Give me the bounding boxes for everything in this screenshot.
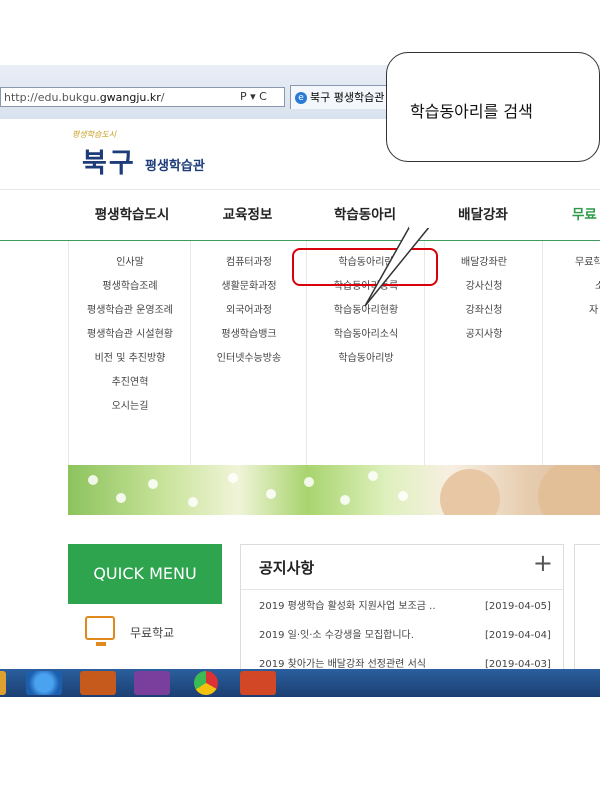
menu-item[interactable]: 강좌신청 [425,299,543,323]
menu-item[interactable]: 평생학습관 시설현황 [69,323,191,347]
notice-row[interactable]: 2019 일·잇·소 수강생을 모집합니다. [2019-04-04] [259,626,555,646]
menu-item[interactable]: 학습동아리방 [307,347,425,371]
quick-menu-header: QUICK MENU [68,544,222,604]
more-plus-icon[interactable]: + [533,549,553,577]
taskbar [0,669,600,697]
quick-item-free-school[interactable]: 무료학교 [85,616,225,656]
menu-item[interactable]: 컴퓨터과정 [191,251,307,275]
address-suffix: / [160,91,165,104]
powerpoint-icon[interactable] [240,671,276,695]
menu-item[interactable]: 자 [543,299,600,323]
start-stub-icon[interactable] [0,671,6,695]
menu-item[interactable]: 소 [543,275,600,299]
menu-item[interactable]: 비전 및 추진방향 [69,347,191,371]
notice-row-title: 2019 평생학습 활성화 지원사업 보조금 .. [259,601,436,612]
dropdown-col-lifelong-city: 인사말 평생학습조례 평생학습관 운영조례 평생학습관 시설현황 비전 및 추진… [68,241,191,465]
menu-item[interactable]: 학습동아리현황 [307,299,425,323]
menu-item[interactable]: 외국어과정 [191,299,307,323]
logo-main[interactable]: 북구 [82,141,136,180]
media-player-icon[interactable] [80,671,116,695]
address-domain: gwangju.kr [99,91,161,104]
address-prefix: http://edu.bukgu. [4,91,100,104]
nav-item-education-info[interactable]: 교육정보 [190,190,305,240]
nav-item-study-club[interactable]: 학습동아리 [306,190,424,240]
tab-title: 북구 평생학습관 [310,91,385,104]
ie-icon: e [295,92,307,104]
menu-item[interactable]: 공지사항 [425,323,543,347]
quick-item-label: 무료학교 [130,626,175,640]
highlight-box [292,248,438,286]
divider [241,589,563,590]
logo-sub[interactable]: 평생학습관 [145,155,205,174]
menu-item[interactable]: 무료학 [543,251,600,275]
menu-item[interactable]: 강사신청 [425,275,543,299]
logo-tagline: 평생학습도시 [72,130,117,139]
menu-item[interactable]: 오시는길 [69,395,191,419]
menu-item[interactable]: 평생학습뱅크 [191,323,307,347]
monitor-icon [85,616,115,646]
menu-item[interactable]: 인사말 [69,251,191,275]
chrome-icon[interactable] [194,671,218,695]
nav-item-lifelong-city[interactable]: 평생학습도시 [72,190,192,240]
menu-item[interactable]: 배달강좌란 [425,251,543,275]
flower-banner-image [68,465,600,515]
notice-row-title: 2019 일·잇·소 수강생을 모집합니다. [259,630,414,641]
nav-item-free[interactable]: 무료 [548,190,600,240]
dropdown-col-delivery-class: 배달강좌란 강사신청 강좌신청 공지사항 [424,241,543,465]
callout-text: 학습동아리를 검색 [410,102,533,121]
notice-row[interactable]: 2019 평생학습 활성화 지원사업 보조금 .. [2019-04-05] [259,597,555,617]
visual-studio-icon[interactable] [134,671,170,695]
notice-row-date: [2019-04-05] [485,601,551,612]
menu-item[interactable]: 인터넷수능방송 [191,347,307,371]
menu-item[interactable]: 추진연혁 [69,371,191,395]
internet-explorer-icon[interactable] [26,671,62,695]
menu-item[interactable]: 평생학습조례 [69,275,191,299]
dropdown-col-education-info: 컴퓨터과정 생활문화과정 외국어과정 평생학습뱅크 인터넷수능방송 [190,241,307,465]
main-navigation: 평생학습도시 교육정보 학습동아리 배달강좌 무료 [0,189,600,242]
notice-row-date: [2019-04-04] [485,630,551,641]
menu-item[interactable]: 평생학습관 운영조례 [69,299,191,323]
menu-item[interactable]: 학습동아리소식 [307,323,425,347]
nav-item-delivery-class[interactable]: 배달강좌 [424,190,542,240]
notice-title: 공지사항 [259,559,315,577]
menu-item[interactable]: 생활문화과정 [191,275,307,299]
dropdown-col-free: 무료학 소 자 [542,241,600,465]
address-tools-icon[interactable]: P ▾ C [240,90,267,103]
browser-tab[interactable]: e 북구 평생학습관 [290,85,400,109]
